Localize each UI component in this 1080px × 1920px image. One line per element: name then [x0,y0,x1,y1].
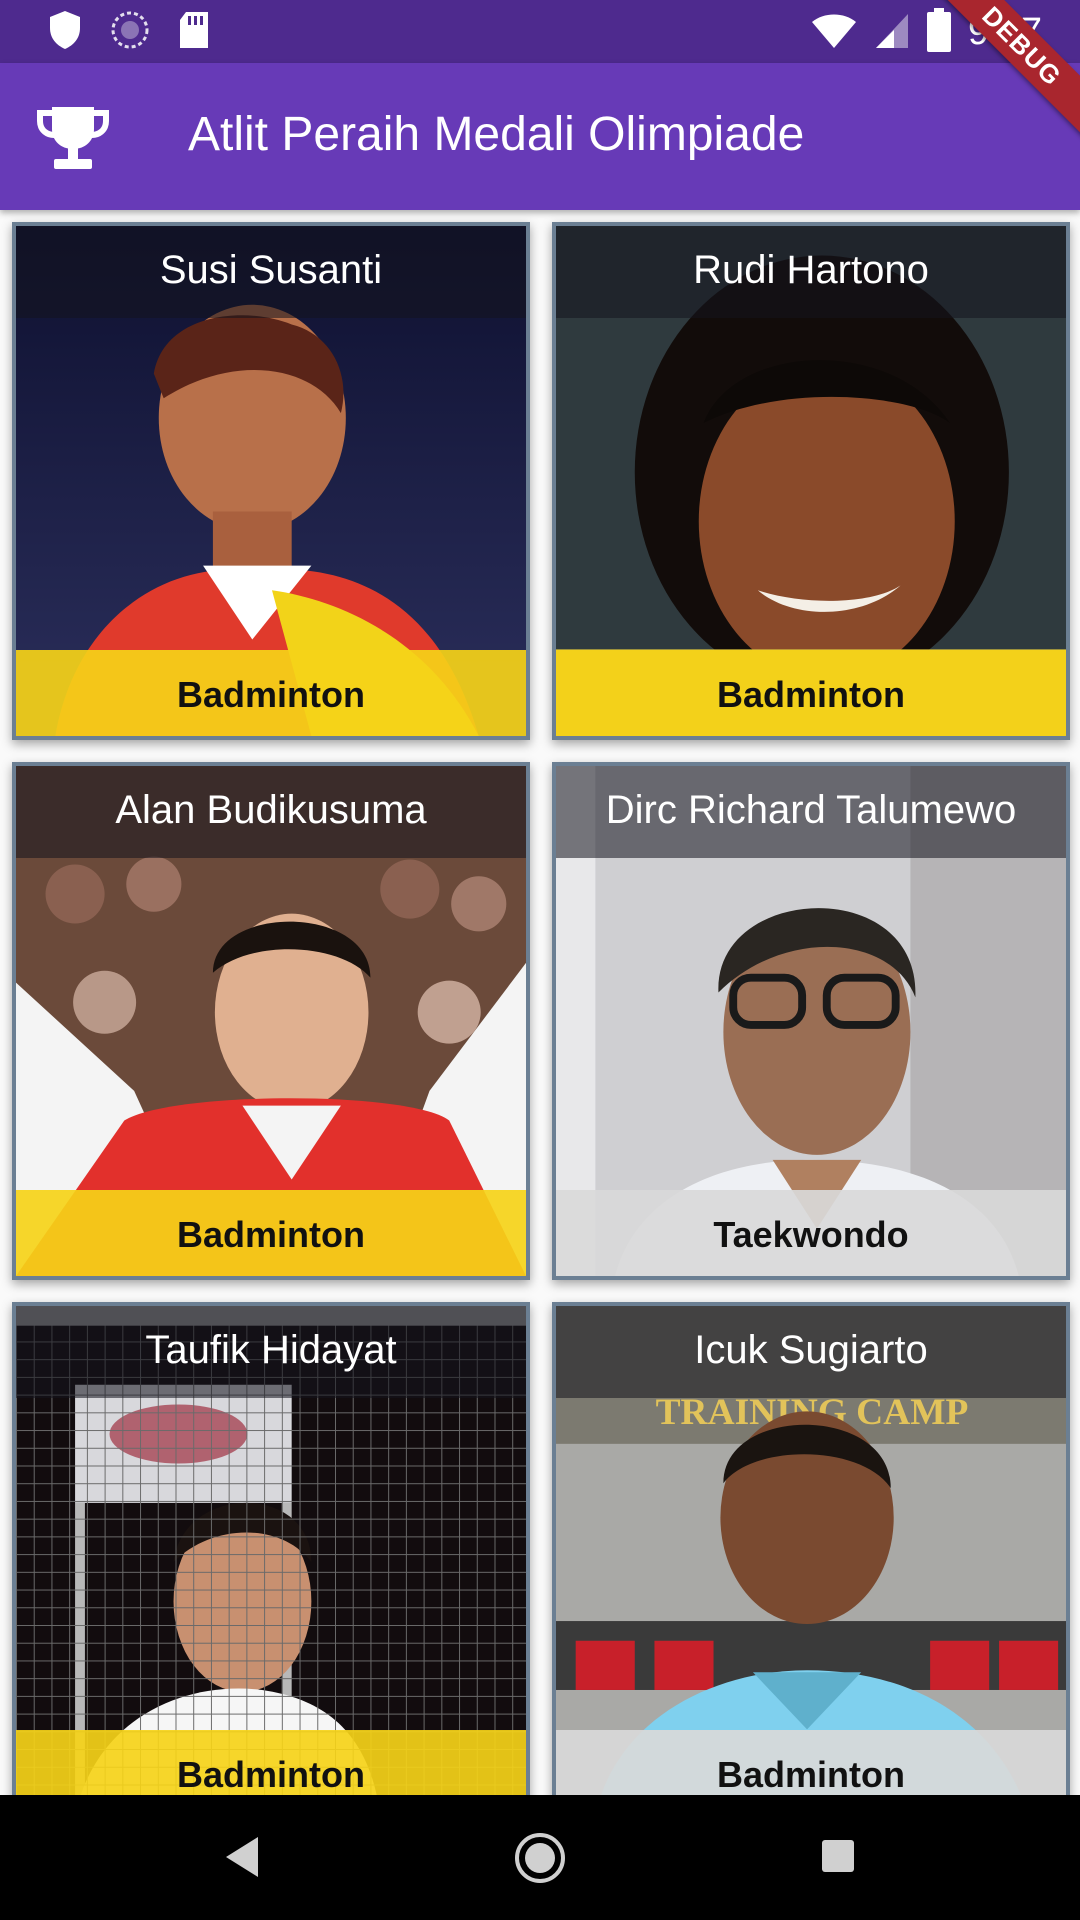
athlete-sport: Badminton [717,1754,905,1795]
sync-icon [110,10,150,55]
athlete-name: Dirc Richard Talumewo [605,788,1017,832]
status-bar: 9:07 [0,0,1080,63]
app-title: Atlit Peraih Medali Olimpiade [188,108,805,161]
shield-icon [48,10,82,55]
athlete-card[interactable]: TRAINING CAMP Icuk Sugiarto Badminton [552,1302,1070,1795]
athlete-card[interactable]: Taufik Hidayat Badminton [12,1302,530,1795]
athlete-sport: Badminton [177,674,365,715]
navigation-bar [0,1795,1080,1920]
athlete-sport: Badminton [717,674,905,715]
trophy-icon [36,103,110,173]
app-bar: Atlit Peraih Medali Olimpiade [0,63,1080,210]
sd-card-icon [178,10,210,55]
battery-icon [926,7,952,57]
recents-icon[interactable] [820,1838,856,1874]
athlete-name: Alan Budikusuma [115,788,427,832]
athlete-name: Taufik Hidayat [145,1328,397,1372]
athlete-name: Susi Susanti [159,248,383,292]
athlete-grid[interactable]: Susi Susanti Badminton Rudi Hartono Badm… [0,210,1080,1795]
athlete-card[interactable]: Dirc Richard Talumewo Taekwondo [552,762,1070,1280]
back-icon[interactable] [222,1835,262,1879]
athlete-name: Icuk Sugiarto [694,1328,928,1372]
athlete-sport: Taekwondo [713,1214,909,1255]
athlete-sport: Badminton [177,1214,365,1255]
athlete-card[interactable]: Rudi Hartono Badminton [552,222,1070,740]
athlete-card[interactable]: Alan Budikusuma Badminton [12,762,530,1280]
athlete-name: Rudi Hartono [693,248,929,292]
signal-icon [874,10,910,55]
wifi-icon [810,10,858,55]
home-icon[interactable] [513,1831,567,1885]
athlete-sport: Badminton [177,1754,365,1795]
athlete-card[interactable]: Susi Susanti Badminton [12,222,530,740]
